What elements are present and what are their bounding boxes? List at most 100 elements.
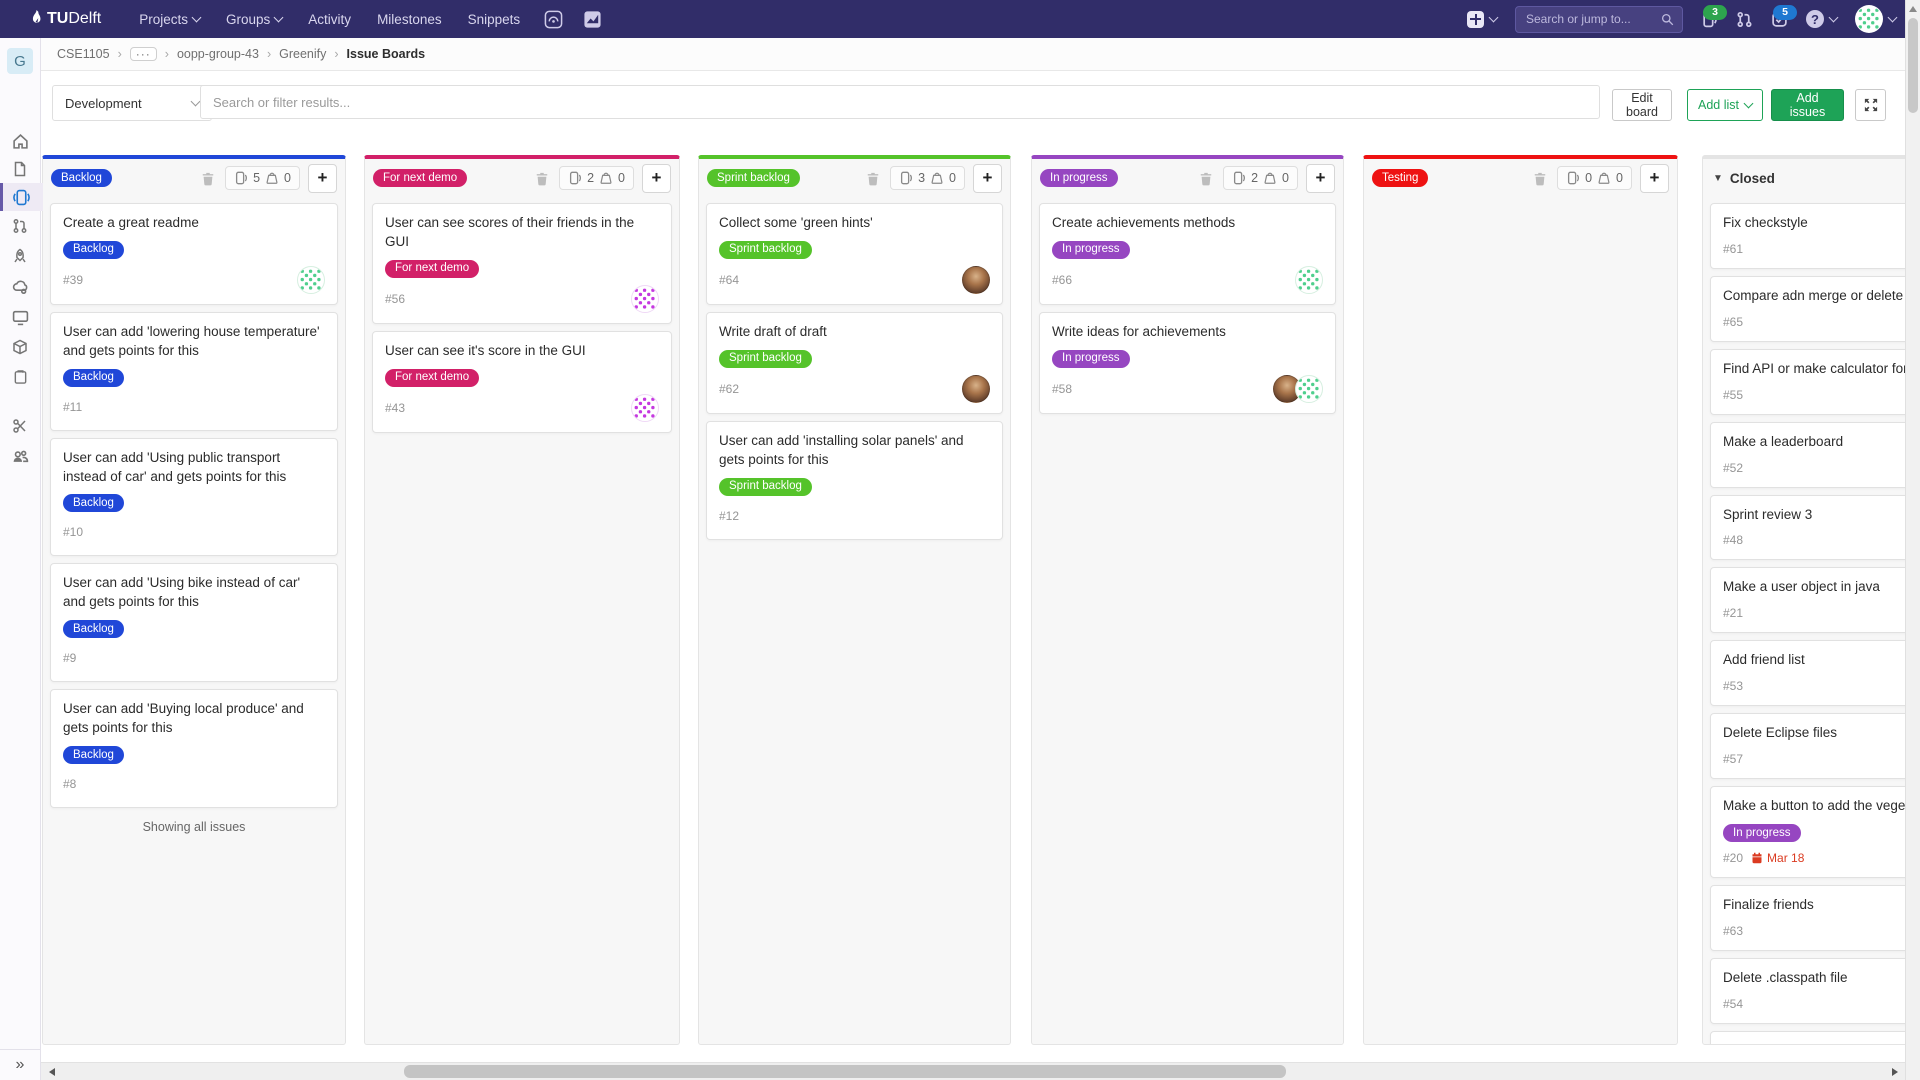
closed-list-header[interactable]: ▼Closed [1703,159,1920,197]
issue-card-title[interactable]: User can see scores of their friends in … [385,214,659,252]
sidebar-item-members[interactable] [0,442,40,470]
issue-card[interactable]: User can add 'Using public transport ins… [50,438,338,557]
issue-card[interactable]: Make a leaderboard#52 [1710,422,1920,488]
scroll-up-arrow[interactable] [1909,6,1917,12]
issue-label[interactable]: Sprint backlog [719,478,812,496]
scroll-left-arrow[interactable] [49,1068,55,1076]
delete-list-button[interactable] [1531,169,1549,188]
assignee-avatar[interactable] [297,266,325,294]
assignee-avatar[interactable] [1295,375,1323,403]
issue-card[interactable]: User can see it's score in the GUIFor ne… [372,331,672,433]
new-issue-button[interactable]: + [1640,164,1669,193]
tudelft-logo[interactable]: TUDelft [30,10,101,28]
issue-card[interactable]: Add friend list#53 [1710,640,1920,706]
add-list-button[interactable]: Add list [1687,89,1763,121]
sidebar-item-operations[interactable] [0,272,40,300]
sidebar-item-repository[interactable] [0,155,40,183]
issue-card[interactable]: User can see scores of their friends in … [372,203,672,324]
merge-requests-button[interactable] [1736,11,1753,28]
breadcrumb-ellipsis-button[interactable]: ··· [130,47,157,61]
menu-groups[interactable]: Groups [226,12,282,27]
issue-card-title[interactable]: Make a leaderboard [1723,433,1920,452]
issue-label[interactable]: Backlog [63,369,124,387]
list-label[interactable]: Sprint backlog [707,169,800,187]
issue-label[interactable]: Backlog [63,620,124,638]
issue-card[interactable]: Sprint review 3#48 [1710,495,1920,561]
delete-list-button[interactable] [864,169,882,188]
issue-card-title[interactable]: User can add 'Using bike instead of car'… [63,574,325,612]
sidebar-item-rocket[interactable] [0,242,40,270]
issue-card-title[interactable]: Delete .classpath file [1723,969,1920,988]
board-switcher-dropdown[interactable]: Development [52,85,212,121]
issue-label[interactable]: Backlog [63,494,124,512]
edit-board-button[interactable]: Edit board [1612,89,1672,121]
issue-card-title[interactable]: User can add 'installing solar panels' a… [719,432,990,470]
menu-activity[interactable]: Activity [308,12,351,27]
issue-label[interactable]: Backlog [63,746,124,764]
issue-card[interactable]: Fix checkstyle#61 [1710,203,1920,269]
issue-card-title[interactable]: Delete Eclipse files [1723,724,1920,743]
issue-card[interactable]: Create achievements methodsIn progress#6… [1039,203,1336,305]
list-label[interactable]: For next demo [373,169,467,187]
issue-card-title[interactable]: Compare adn merge or delete old branches [1723,287,1920,306]
menu-projects[interactable]: Projects [139,12,200,27]
issues-shortcut-button[interactable]: 3 [1701,11,1718,28]
assignee-avatar[interactable] [962,375,990,403]
issue-card-title[interactable]: User can see it's score in the GUI [385,342,659,361]
issue-card[interactable]: UserServiceClass#50 [1710,1031,1920,1044]
issue-card-title[interactable]: Make a user object in java [1723,578,1920,597]
assignee-avatar[interactable] [631,394,659,422]
issue-label[interactable]: For next demo [385,260,479,278]
breadcrumb-group[interactable]: CSE1105 [57,47,110,61]
issue-card-title[interactable]: Create achievements methods [1052,214,1323,233]
issue-card-title[interactable]: Sprint review 3 [1723,506,1920,525]
issue-card-title[interactable]: Write ideas for achievements [1052,323,1323,342]
menu-snippets[interactable]: Snippets [468,12,521,27]
sidebar-item-merge-request[interactable] [0,212,40,240]
issue-card-title[interactable]: Fix checkstyle [1723,214,1920,233]
list-label[interactable]: In progress [1040,169,1118,187]
global-search-input[interactable] [1524,11,1655,27]
issue-card[interactable]: Compare adn merge or delete old branches… [1710,276,1920,342]
issue-label[interactable]: In progress [1723,824,1801,842]
sidebar-expand-button[interactable]: » [0,1049,40,1080]
issue-card-title[interactable]: Make a button to add the vegetarian meal [1723,797,1920,816]
help-menu-button[interactable]: ? [1806,10,1837,28]
delete-list-button[interactable] [533,169,551,188]
issue-card-title[interactable]: Add friend list [1723,651,1920,670]
menu-milestones[interactable]: Milestones [377,12,442,27]
issue-card-title[interactable]: User can add 'Buying local produce' and … [63,700,325,738]
sidebar-item-wiki[interactable] [0,363,40,391]
breadcrumb-subgroup[interactable]: oopp-group-43 [177,47,259,61]
issue-label[interactable]: In progress [1052,350,1130,368]
issue-card-title[interactable]: Find API or make calculator for CO2 [1723,360,1920,379]
project-avatar[interactable]: G [7,48,33,74]
add-issues-button[interactable]: Add issues [1771,89,1844,121]
issue-card[interactable]: Find API or make calculator for CO2#55 [1710,349,1920,415]
new-issue-button[interactable]: + [642,164,671,193]
vertical-scroll-thumb[interactable] [1908,18,1918,113]
horizontal-scrollbar[interactable] [41,1062,1906,1080]
new-issue-button[interactable]: + [973,164,1002,193]
issue-card[interactable]: User can add 'Using bike instead of car'… [50,563,338,682]
assignee-avatar[interactable] [962,266,990,294]
delete-list-button[interactable] [199,169,217,188]
issue-label[interactable]: Backlog [63,241,124,259]
issue-card[interactable]: Write ideas for achievementsIn progress#… [1039,312,1336,414]
sidebar-item-package[interactable] [0,333,40,361]
issue-label[interactable]: In progress [1052,241,1130,259]
issue-card[interactable]: Collect some 'green hints'Sprint backlog… [706,203,1003,305]
assignee-avatar[interactable] [1295,266,1323,294]
global-search[interactable] [1515,6,1683,33]
user-menu-button[interactable] [1855,5,1896,33]
issue-card[interactable]: User can add 'lowering house temperature… [50,312,338,431]
sidebar-item-snippets[interactable] [0,412,40,440]
issue-card[interactable]: Create a great readmeBacklog#39 [50,203,338,305]
sidebar-item-issue-board[interactable] [0,183,43,211]
analytics-chart-icon[interactable] [583,10,602,29]
issue-card[interactable]: User can add 'Buying local produce' and … [50,689,338,808]
todos-button[interactable]: 5 [1771,11,1788,28]
issue-card-title[interactable]: User can add 'lowering house temperature… [63,323,325,361]
dashboard-gauge-icon[interactable] [544,10,563,29]
filter-issues-input[interactable] [200,85,1600,119]
